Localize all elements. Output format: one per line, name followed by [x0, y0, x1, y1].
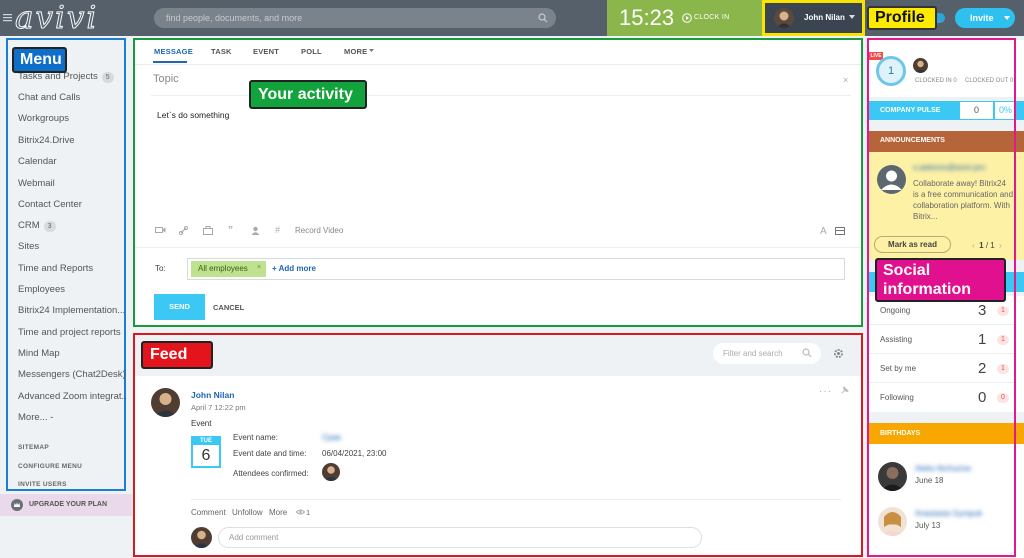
count-badge: 3 — [43, 221, 56, 232]
active-tab-indicator — [153, 61, 187, 63]
divider — [135, 247, 861, 248]
search-icon[interactable] — [538, 13, 548, 23]
chevron-down-icon[interactable] — [1004, 16, 1010, 20]
menu-item-drive[interactable]: Bitrix24.Drive — [18, 135, 126, 147]
menu-item-sites[interactable]: Sites — [18, 241, 126, 253]
menu-item-mind-map[interactable]: Mind Map — [18, 348, 126, 360]
menu-item-calendar[interactable]: Calendar — [18, 156, 126, 168]
tab-message[interactable]: MESSAGE — [154, 47, 193, 56]
count-badge: 5 — [101, 72, 114, 83]
close-icon[interactable]: × — [257, 264, 261, 271]
to-label: To: — [155, 264, 166, 273]
menu-item-implementation[interactable]: Bitrix24 Implementation... — [18, 305, 126, 317]
tab-poll[interactable]: POLL — [301, 47, 322, 56]
sitemap-link[interactable]: SITEMAP — [18, 444, 49, 451]
crown-icon — [11, 499, 23, 511]
message-editor[interactable]: Let`s do something — [157, 110, 229, 120]
menu-item-contact-center[interactable]: Contact Center — [18, 199, 126, 211]
menu-item-time-reports[interactable]: Time and Reports — [18, 263, 126, 275]
clock-time: 15:23 — [619, 5, 675, 30]
tab-event[interactable]: EVENT — [253, 47, 279, 56]
link-icon[interactable] — [179, 226, 188, 235]
menu-item-workgroups[interactable]: Workgroups — [18, 113, 126, 125]
menu-item-crm[interactable]: CRM 3 — [18, 220, 126, 232]
search-input[interactable]: find people, documents, and more — [154, 8, 556, 28]
hamburger-icon[interactable] — [3, 13, 12, 22]
configure-menu-link[interactable]: CONFIGURE MENU — [18, 463, 82, 470]
menu-item-project-reports[interactable]: Time and project reports — [18, 327, 126, 339]
recipient-chip[interactable]: All employees — [191, 261, 266, 277]
panel-icon[interactable] — [835, 227, 845, 235]
logo[interactable]: avivi — [14, 1, 98, 36]
topic-input[interactable]: Topic — [153, 73, 179, 85]
divider — [135, 64, 861, 65]
user-name[interactable]: John Nilan — [804, 12, 845, 23]
social-frame — [867, 38, 1016, 557]
font-icon[interactable]: A — [820, 226, 827, 237]
quote-icon[interactable]: ” — [228, 225, 233, 236]
hashtag-icon[interactable]: # — [275, 225, 280, 235]
menu-item-zoom[interactable]: Advanced Zoom integrat... — [18, 391, 126, 403]
tab-more[interactable]: MORE — [344, 47, 367, 56]
activity-composer — [133, 38, 863, 327]
avatar[interactable] — [774, 8, 794, 28]
menu-item-messengers[interactable]: Messengers (Chat2Desk) — [18, 369, 126, 381]
video-icon[interactable] — [155, 226, 166, 234]
close-icon[interactable]: × — [843, 75, 848, 85]
menu-item-webmail[interactable]: Webmail — [18, 178, 126, 190]
invite-users-link[interactable]: INVITE USERS — [18, 481, 67, 488]
cancel-button[interactable]: CANCEL — [213, 303, 244, 312]
person-icon[interactable] — [251, 226, 260, 235]
activity-annotation: Your activity — [249, 80, 367, 109]
clock-in-button[interactable]: CLOCK IN — [694, 13, 729, 23]
add-recipient-link[interactable]: + Add more — [272, 264, 316, 273]
menu-annotation: Menu — [12, 47, 67, 73]
tab-task[interactable]: TASK — [211, 47, 232, 56]
mention-icon[interactable] — [203, 226, 213, 235]
play-icon[interactable] — [682, 13, 692, 23]
send-button[interactable]: SEND — [154, 294, 205, 320]
menu-item-more[interactable]: More... - — [18, 412, 126, 424]
menu-item-chat[interactable]: Chat and Calls — [18, 92, 126, 104]
chevron-down-icon[interactable] — [369, 49, 374, 52]
menu-item-employees[interactable]: Employees — [18, 284, 126, 296]
profile-annotation: Profile — [867, 6, 937, 30]
chevron-down-icon[interactable] — [849, 15, 855, 19]
record-video-button[interactable]: Record Video — [295, 226, 343, 235]
feed-frame — [133, 333, 863, 557]
